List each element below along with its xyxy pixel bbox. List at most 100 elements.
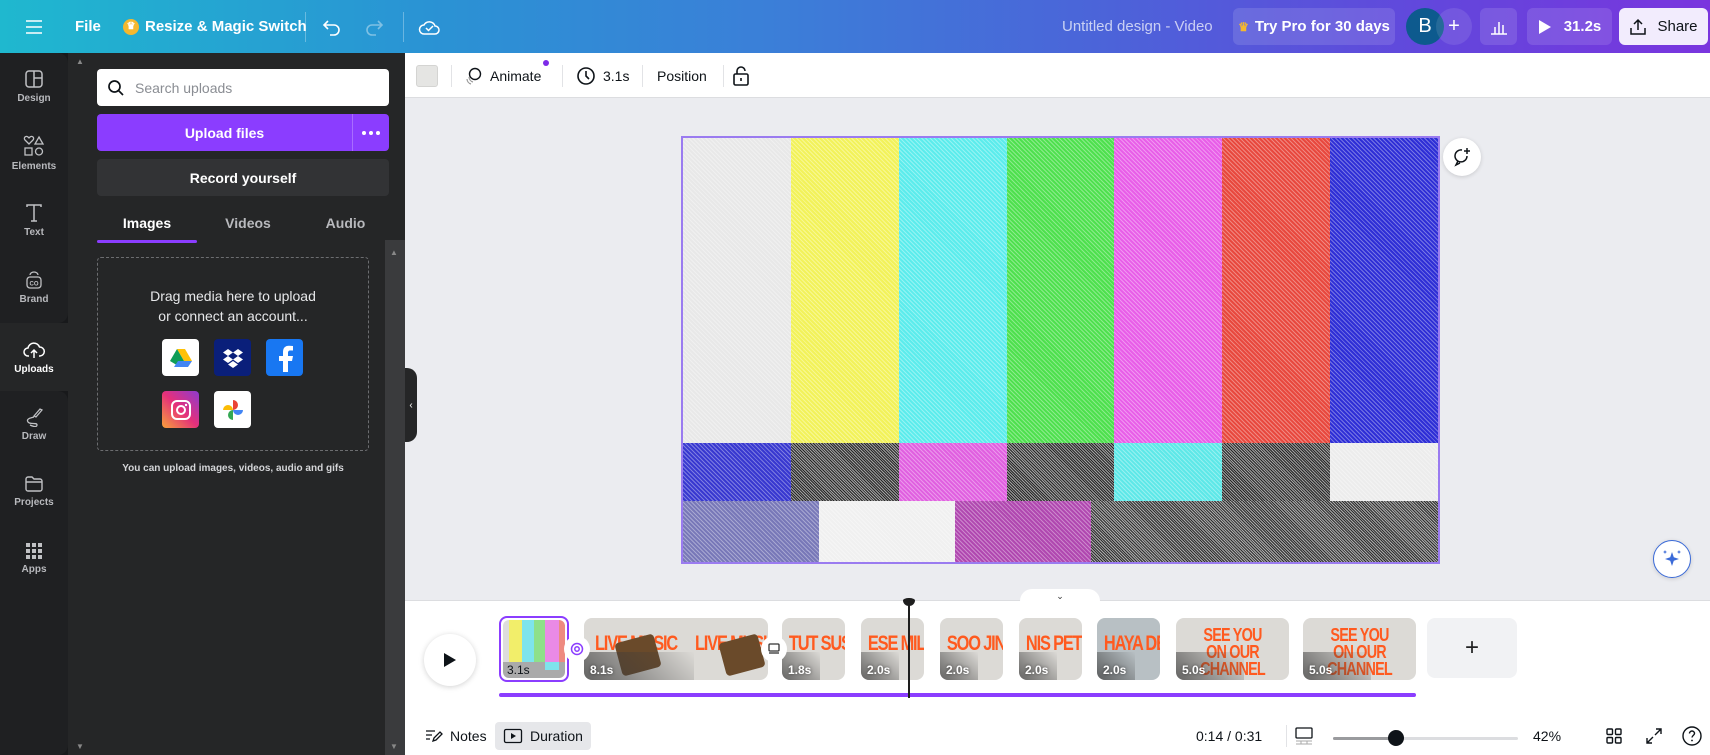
color-bar [790, 138, 900, 444]
divider [305, 12, 306, 42]
upload-files-button[interactable]: Upload files [97, 114, 352, 151]
facebook-button[interactable] [266, 339, 303, 376]
transition-icon [768, 643, 780, 654]
dropbox-button[interactable] [214, 339, 251, 376]
element-toolbar: Animate 3.1s Position [405, 53, 1710, 98]
divider [403, 12, 404, 42]
file-menu[interactable]: File [75, 0, 101, 53]
resize-magic-switch-button[interactable]: ♛ Resize & Magic Switch [123, 0, 307, 53]
design-canvas[interactable] [681, 136, 1440, 564]
add-collaborator-button[interactable]: + [1436, 8, 1472, 45]
search-icon [108, 79, 124, 96]
lock-button[interactable] [732, 53, 750, 98]
present-play-button[interactable]: 31.2s [1527, 8, 1612, 45]
share-label: Share [1657, 18, 1698, 35]
undo-button[interactable] [322, 0, 342, 53]
dropbox-icon [222, 348, 243, 368]
tab-images[interactable]: Images [97, 203, 197, 243]
play-duration: 31.2s [1563, 18, 1602, 35]
clip-duration: 3.1s [507, 663, 530, 677]
zoom-percent[interactable]: 42% [1533, 722, 1561, 750]
timeline-clip[interactable]: HAYA DE 2.0s [1097, 618, 1160, 680]
resize-label: Resize & Magic Switch [145, 18, 307, 35]
background-color-swatch[interactable] [416, 65, 438, 87]
rail-item-text[interactable]: Text [0, 187, 68, 253]
timeline-clip[interactable]: SEE YOU ON OUR CHANNEL 5.0s [1176, 618, 1289, 680]
menu-button[interactable] [24, 0, 44, 53]
add-page-button[interactable]: + [1427, 618, 1517, 678]
rail-item-uploads[interactable]: Uploads [0, 323, 68, 391]
add-comment-button[interactable] [1443, 138, 1481, 176]
playhead[interactable] [908, 598, 910, 698]
timeline-view-toggle[interactable] [1294, 722, 1314, 750]
share-upload-icon [1630, 18, 1647, 35]
rail-item-projects[interactable]: Projects [0, 458, 68, 524]
rail-item-brand[interactable]: CO Brand [0, 254, 68, 320]
rail-item-apps[interactable]: Apps [0, 525, 68, 591]
help-button[interactable] [1681, 722, 1703, 750]
transition-button[interactable] [761, 636, 787, 662]
redo-button[interactable] [364, 0, 384, 53]
rail-item-draw[interactable]: Draw [0, 391, 68, 457]
transition-icon [570, 642, 584, 656]
timing-button[interactable]: 3.1s [576, 53, 629, 98]
panel-scrollbar[interactable]: ▲ ▼ [385, 240, 405, 755]
tab-audio[interactable]: Audio [298, 203, 393, 243]
zoom-slider-knob[interactable] [1387, 730, 1404, 746]
upload-more-options-button[interactable] [352, 114, 389, 151]
design-title[interactable]: Untitled design - Video [1062, 0, 1213, 53]
pen-icon [26, 407, 44, 427]
insights-button[interactable] [1480, 8, 1517, 45]
search-box[interactable] [97, 69, 389, 106]
panel-scroll-up-arrow[interactable]: ▲ [76, 57, 84, 66]
fullscreen-button[interactable] [1645, 722, 1663, 750]
tab-videos[interactable]: Videos [198, 203, 298, 243]
google-photos-button[interactable] [214, 391, 251, 428]
record-yourself-button[interactable]: Record yourself [97, 159, 389, 196]
rail-item-elements[interactable]: Elements [0, 120, 68, 186]
timeline-clip[interactable]: NIS PETR 2.0s [1019, 618, 1082, 680]
panel-scroll-down-arrow[interactable]: ▼ [76, 742, 84, 751]
notes-button[interactable]: Notes [419, 722, 493, 750]
clip-duration: 1.8s [788, 663, 812, 677]
text-icon [26, 203, 42, 222]
comment-add-icon [1454, 148, 1470, 167]
timeline-clip[interactable]: SEE YOU ON OUR CHANNEL 5.0s [1303, 618, 1416, 680]
try-pro-button[interactable]: ♛ Try Pro for 30 days [1233, 8, 1395, 45]
sparkle-icon [1663, 550, 1681, 566]
google-photos-icon [222, 399, 243, 420]
duration-button[interactable]: Duration [495, 722, 591, 750]
search-uploads-input[interactable] [135, 79, 375, 96]
timeline-play-button[interactable] [424, 634, 476, 686]
help-icon [1682, 726, 1702, 746]
scroll-up-arrow-icon[interactable]: ▲ [390, 248, 398, 257]
rail-item-design[interactable]: Design [0, 53, 68, 119]
color-bar-bottom [818, 500, 956, 562]
upload-dropzone[interactable]: Drag media here to upload or connect an … [97, 257, 369, 451]
zoom-slider[interactable] [1333, 737, 1518, 740]
color-bar-middle [1114, 443, 1223, 501]
redo-icon [366, 19, 384, 36]
scroll-down-arrow-icon[interactable]: ▼ [390, 742, 398, 751]
new-badge-dot [543, 60, 550, 66]
apps-grid-icon [26, 542, 42, 559]
timeline-clip[interactable]: 3.1s [499, 616, 569, 682]
transition-button[interactable] [564, 636, 590, 662]
collapse-timeline-button[interactable]: ⌄ [1020, 589, 1100, 603]
timeline-clip[interactable]: LIVE MUSIC LIVE MUSIC 8.1s [584, 618, 768, 680]
share-button[interactable]: Share [1619, 8, 1708, 45]
google-drive-button[interactable] [162, 339, 199, 376]
timing-label: 3.1s [603, 67, 630, 84]
magic-assistant-button[interactable] [1653, 540, 1691, 578]
instagram-button[interactable] [162, 391, 199, 428]
timeline-clip[interactable]: ESE MILL 2.0s [861, 618, 924, 680]
position-button[interactable]: Position [651, 53, 713, 98]
timeline-progress-bar[interactable] [499, 693, 1416, 697]
clip-duration: 8.1s [590, 663, 614, 677]
animate-button[interactable]: Animate [464, 53, 550, 98]
timeline-clip[interactable]: TUT SUSI 1.8s [782, 618, 845, 680]
timeline-clip[interactable]: SOO JIN A 2.0s [940, 618, 1003, 680]
collapse-panel-handle[interactable]: ‹ [405, 368, 417, 442]
grid-view-button[interactable] [1605, 722, 1623, 750]
save-status-button[interactable] [418, 0, 440, 53]
